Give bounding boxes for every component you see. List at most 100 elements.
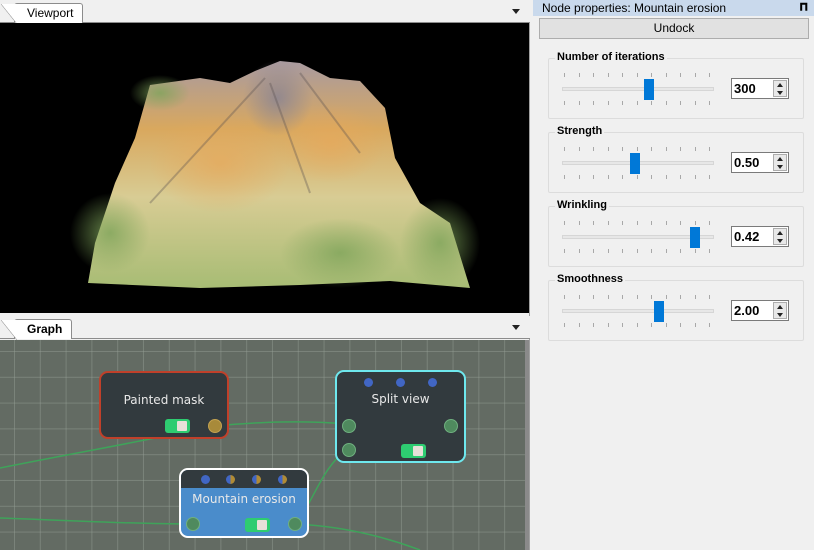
slider-tick	[680, 221, 681, 225]
spin-up-icon[interactable]	[777, 83, 783, 87]
slider-tick	[665, 295, 667, 299]
spin-down-icon[interactable]	[777, 91, 783, 95]
graph-scrollbar[interactable]	[525, 340, 529, 550]
tab-viewport[interactable]: Viewport	[0, 3, 84, 24]
slider-tick	[680, 147, 681, 151]
slider-tick	[578, 221, 580, 225]
node-split-view[interactable]: Split view	[335, 370, 466, 463]
slider-tick	[709, 101, 710, 105]
param-slider[interactable]	[562, 293, 715, 329]
param-slider[interactable]	[562, 145, 715, 181]
left-dock-area: Viewport Graph Painted mask Split view M…	[0, 0, 530, 550]
output-port[interactable]	[208, 419, 222, 433]
param-slider[interactable]	[562, 71, 715, 107]
node-title: Painted mask	[123, 393, 205, 407]
output-port[interactable]	[288, 517, 302, 531]
param-spinbox[interactable]: 300	[731, 78, 789, 99]
spin-down-icon[interactable]	[777, 313, 783, 317]
slider-tick	[564, 323, 565, 327]
slider-tick	[680, 295, 681, 299]
slider-tick	[622, 175, 623, 179]
slider-tick	[680, 73, 681, 77]
node-graph-canvas[interactable]: Painted mask Split view Mountain erosion	[0, 340, 529, 550]
slider-thumb[interactable]	[644, 79, 655, 100]
slider-tick	[694, 73, 696, 77]
slider-tick	[593, 101, 594, 105]
slider-thumb[interactable]	[630, 153, 641, 174]
node-title: Mountain erosion	[192, 492, 296, 506]
chevron-down-icon[interactable]	[512, 9, 520, 14]
param-label: Number of iterations	[555, 51, 667, 63]
slider-tick	[694, 221, 696, 225]
slider-tick	[636, 175, 638, 179]
param-spinbox[interactable]: 0.50	[731, 152, 789, 173]
param-spinbox[interactable]: 0.42	[731, 226, 789, 247]
spin-buttons	[773, 154, 787, 171]
tab-graph[interactable]: Graph	[0, 319, 73, 340]
slider-tick	[622, 249, 623, 253]
undock-button[interactable]: Undock	[539, 18, 809, 39]
input-port[interactable]	[342, 443, 356, 457]
spin-up-icon[interactable]	[777, 231, 783, 235]
slider-tick	[665, 249, 667, 253]
slider-tick	[593, 147, 594, 151]
slider-ticks	[564, 147, 712, 151]
slider-tick	[651, 147, 652, 151]
slider-track[interactable]	[562, 309, 714, 313]
spin-down-icon[interactable]	[777, 165, 783, 169]
slider-tick	[622, 221, 623, 225]
param-dot	[226, 475, 235, 484]
node-mountain-erosion[interactable]: Mountain erosion	[179, 468, 309, 538]
slider-tick	[578, 147, 580, 151]
input-port[interactable]	[342, 419, 356, 433]
slider-ticks	[564, 221, 712, 225]
link-edge	[0, 517, 191, 525]
input-port[interactable]	[186, 517, 200, 531]
param-value[interactable]: 2.00	[734, 302, 759, 319]
slider-tick	[651, 175, 652, 179]
node-enable-toggle[interactable]	[245, 518, 270, 532]
node-enable-toggle[interactable]	[165, 419, 190, 433]
param-slider[interactable]	[562, 219, 715, 255]
spin-buttons	[773, 80, 787, 97]
output-port[interactable]	[444, 419, 458, 433]
slider-track[interactable]	[562, 87, 714, 91]
spin-buttons	[773, 302, 787, 319]
terrain-render	[70, 60, 480, 288]
spin-up-icon[interactable]	[777, 157, 783, 161]
slider-tick	[680, 175, 681, 179]
slider-thumb[interactable]	[654, 301, 665, 322]
node-enable-toggle[interactable]	[401, 444, 426, 458]
slider-tick	[622, 147, 623, 151]
slider-tick	[578, 249, 580, 253]
param-group-strength: Strength 0.50	[548, 125, 804, 193]
slider-tick	[593, 249, 594, 253]
slider-tick	[636, 73, 638, 77]
spin-buttons	[773, 228, 787, 245]
spin-up-icon[interactable]	[777, 305, 783, 309]
slider-thumb[interactable]	[689, 227, 700, 248]
3d-viewport[interactable]	[0, 23, 529, 313]
node-header	[181, 470, 307, 488]
slider-tick	[709, 295, 710, 299]
slider-tick	[665, 101, 667, 105]
slider-tick	[636, 323, 638, 327]
pin-icon[interactable]: 𝚷	[800, 0, 808, 16]
param-value[interactable]: 300	[734, 80, 756, 97]
param-dot	[396, 378, 405, 387]
slider-tick	[665, 323, 667, 327]
slider-tick	[622, 323, 623, 327]
param-value[interactable]: 0.42	[734, 228, 759, 245]
node-painted-mask[interactable]: Painted mask	[99, 371, 229, 439]
chevron-down-icon[interactable]	[512, 325, 520, 330]
slider-ticks	[564, 101, 712, 105]
param-value[interactable]: 0.50	[734, 154, 759, 171]
slider-tick	[607, 175, 609, 179]
slider-tick	[607, 249, 609, 253]
slider-tick	[694, 175, 696, 179]
slider-tick	[709, 73, 710, 77]
spin-down-icon[interactable]	[777, 239, 783, 243]
slider-tick	[564, 73, 565, 77]
slider-tick	[680, 323, 681, 327]
param-spinbox[interactable]: 2.00	[731, 300, 789, 321]
